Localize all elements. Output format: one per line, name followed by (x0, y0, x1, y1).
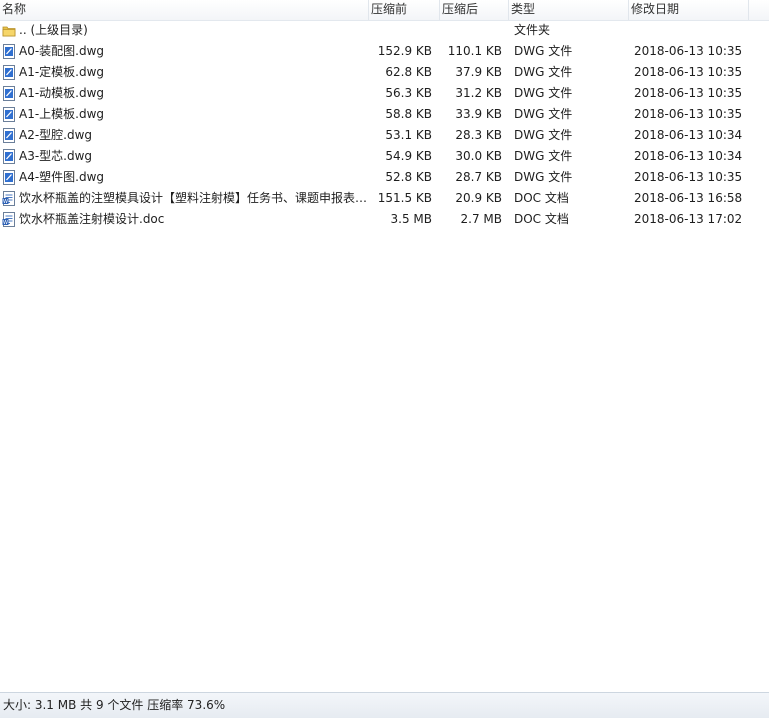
file-size-before: 62.8 KB (385, 65, 432, 79)
file-size-before: 56.3 KB (385, 86, 432, 100)
file-type: DOC 文档 (514, 212, 569, 226)
file-name: A1-定模板.dwg (19, 65, 105, 79)
file-size-after: 20.9 KB (455, 191, 502, 205)
svg-text:W: W (3, 220, 8, 226)
file-size-before: 53.1 KB (385, 128, 432, 142)
file-modified: 2018-06-13 10:35 (634, 44, 743, 58)
svg-text:W: W (3, 199, 8, 205)
column-header-modified[interactable]: 修改日期 (629, 0, 749, 20)
file-type: 文件夹 (514, 23, 551, 37)
dwg-file-icon (2, 65, 16, 80)
file-size-after: 2.7 MB (460, 212, 502, 226)
file-row[interactable]: A4-塑件图.dwg 52.8 KB 28.7 KB DWG 文件 2018-06-13… (0, 167, 769, 188)
file-row[interactable]: A3-型芯.dwg 54.9 KB 30.0 KB DWG 文件 2018-06-13 … (0, 146, 769, 167)
file-size-after: 30.0 KB (455, 149, 502, 163)
dwg-file-icon (2, 44, 16, 59)
file-size-before: 58.8 KB (385, 107, 432, 121)
file-size-after: 28.7 KB (455, 170, 502, 184)
dwg-file-icon (2, 170, 16, 185)
file-size-before: 152.9 KB (377, 44, 432, 58)
dwg-file-icon (2, 128, 16, 143)
file-modified: 2018-06-13 16:58 (634, 191, 743, 205)
file-size-after: 37.9 KB (455, 65, 502, 79)
file-name: A4-塑件图.dwg (19, 170, 105, 184)
file-modified: 2018-06-13 10:35 (634, 170, 743, 184)
dwg-file-icon (2, 107, 16, 122)
status-bar: 大小: 3.1 MB 共 9 个文件 压缩率 73.6% (0, 692, 769, 718)
file-name: 饮水杯瓶盖的注塑模具设计【塑料注射模】任务书、课题申报表… (19, 191, 368, 205)
file-row[interactable]: A1-上模板.dwg 58.8 KB 33.9 KB DWG 文件 2018-06-13… (0, 104, 769, 125)
column-header-before[interactable]: 压缩前 (369, 0, 440, 20)
file-type: DWG 文件 (514, 107, 573, 121)
file-modified: 2018-06-13 10:35 (634, 86, 743, 100)
file-size-before: 54.9 KB (385, 149, 432, 163)
column-header-filler (749, 0, 769, 20)
file-row[interactable]: W 饮水杯瓶盖的注塑模具设计【塑料注射模】任务书、课题申报表… 151.5 KB 20… (0, 188, 769, 209)
doc-file-icon: W (2, 212, 16, 227)
column-header-name[interactable]: 名称 (0, 0, 369, 20)
dwg-file-icon (2, 149, 16, 164)
file-size-after: 28.3 KB (455, 128, 502, 142)
file-row[interactable]: A1-动模板.dwg 56.3 KB 31.2 KB DWG 文件 2018-06-13… (0, 83, 769, 104)
column-header-after[interactable]: 压缩后 (440, 0, 509, 20)
file-type: DWG 文件 (514, 65, 573, 79)
file-modified: 2018-06-13 17:02 (634, 212, 743, 226)
file-modified: 2018-06-13 10:34 (634, 128, 743, 142)
file-type: DWG 文件 (514, 170, 573, 184)
file-name: A2-型腔.dwg (19, 128, 93, 142)
file-size-before: 3.5 MB (390, 212, 432, 226)
file-size-before: 52.8 KB (385, 170, 432, 184)
file-row[interactable]: A1-定模板.dwg 62.8 KB 37.9 KB DWG 文件 2018-06-13… (0, 62, 769, 83)
file-size-after (440, 20, 502, 41)
file-modified: 2018-06-13 10:34 (634, 149, 743, 163)
folder-icon (2, 23, 16, 38)
file-row[interactable]: W 饮水杯瓶盖注射模设计.doc 3.5 MB 2.7 MB DOC 文档 2018-06… (0, 209, 769, 230)
file-type: DWG 文件 (514, 128, 573, 142)
status-text: 大小: 3.1 MB 共 9 个文件 压缩率 73.6% (3, 698, 226, 712)
file-name: A3-型芯.dwg (19, 149, 93, 163)
file-size-after: 33.9 KB (455, 107, 502, 121)
doc-file-icon: W (2, 191, 16, 206)
file-name: A1-动模板.dwg (19, 86, 105, 100)
parent-directory-row[interactable]: .. (上级目录) 文件夹 (0, 20, 769, 41)
file-size-before (369, 20, 432, 41)
file-size-after: 110.1 KB (447, 44, 502, 58)
file-modified (634, 20, 764, 41)
file-size-before: 151.5 KB (377, 191, 432, 205)
file-name: A0-装配图.dwg (19, 44, 105, 58)
file-size-after: 31.2 KB (455, 86, 502, 100)
file-row[interactable]: A2-型腔.dwg 53.1 KB 28.3 KB DWG 文件 2018-06-13 … (0, 125, 769, 146)
column-header-bar: 名称 压缩前 压缩后 类型 修改日期 (0, 0, 769, 21)
file-modified: 2018-06-13 10:35 (634, 107, 743, 121)
file-type: DWG 文件 (514, 149, 573, 163)
file-type: DWG 文件 (514, 86, 573, 100)
file-row[interactable]: A0-装配图.dwg 152.9 KB 110.1 KB DWG 文件 2018-06-… (0, 41, 769, 62)
column-header-type[interactable]: 类型 (509, 0, 629, 20)
dwg-file-icon (2, 86, 16, 101)
file-name: .. (上级目录) (19, 23, 88, 37)
file-name: 饮水杯瓶盖注射模设计.doc (19, 212, 165, 226)
file-type: DWG 文件 (514, 44, 573, 58)
file-type: DOC 文档 (514, 191, 569, 205)
file-modified: 2018-06-13 10:35 (634, 65, 743, 79)
file-name: A1-上模板.dwg (19, 107, 105, 121)
